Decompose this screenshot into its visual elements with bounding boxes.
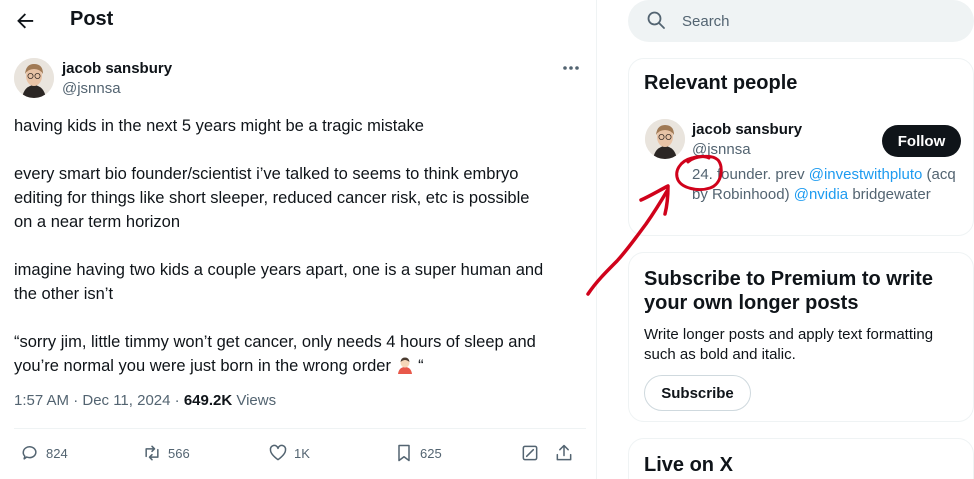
author-name[interactable]: jacob sansbury	[62, 60, 172, 77]
share-button[interactable]	[554, 440, 574, 466]
bio-link-nvidia[interactable]: @nvidia	[794, 186, 848, 203]
person-name[interactable]: jacob sansbury	[692, 121, 802, 138]
bookmark-icon	[398, 444, 410, 462]
views-count: 649.2K	[183, 392, 233, 409]
person-handle[interactable]: @jsnnsa	[692, 141, 751, 158]
subscribe-button[interactable]: Subscribe	[644, 375, 751, 411]
repost-icon	[145, 445, 159, 461]
tweet-text: having kids in the next 5 years might be…	[14, 114, 586, 402]
premium-body: Write longer posts and apply text format…	[644, 326, 934, 363]
tweet-paragraph: having kids in the next 5 years might be…	[14, 117, 424, 135]
repost-button[interactable]: 566	[142, 440, 190, 466]
person-facepalming-emoji-icon	[397, 357, 412, 374]
reply-button[interactable]: 824	[20, 440, 68, 466]
live-on-x-card: Live on X	[628, 438, 974, 479]
bio-text: bridgewater	[848, 186, 931, 203]
back-button[interactable]	[12, 8, 38, 34]
tweet-paragraph: imagine having two kids a couple years a…	[14, 261, 544, 303]
relevant-people-card: Relevant people jacob sansbury @jsnnsa F…	[628, 58, 974, 236]
bio-link-investwithpluto[interactable]: @investwithpluto	[809, 166, 923, 183]
heart-icon	[269, 444, 287, 461]
tweet-paragraph: every smart bio founder/scientist i’ve t…	[14, 165, 530, 231]
person-bio: 24. founder. prev @investwithpluto (acq …	[692, 165, 962, 205]
search-bar[interactable]	[628, 0, 974, 42]
reply-icon	[22, 446, 37, 460]
search-input[interactable]	[682, 10, 952, 32]
relevant-people-title: Relevant people	[644, 72, 798, 94]
premium-card: Subscribe to Premium to write your own l…	[628, 252, 974, 422]
bio-text: 24. founder. prev	[692, 166, 809, 183]
live-title: Live on X	[644, 454, 733, 476]
tweet-closing-quote: “	[418, 357, 424, 375]
tweet-author: jacob sansbury @jsnnsa	[14, 58, 584, 100]
main-column: Post jacob sansbury @jsnnsa having kids …	[0, 0, 597, 479]
search-icon	[647, 11, 665, 29]
more-options-button[interactable]	[560, 58, 582, 78]
divider	[14, 428, 586, 429]
bookmark-button[interactable]: 625	[394, 440, 442, 466]
avatar[interactable]	[645, 119, 685, 159]
page-title: Post	[70, 8, 114, 30]
like-count: 1K	[294, 445, 310, 461]
tweet-actions: 824 566 1K 625	[14, 440, 586, 466]
avatar-image	[14, 58, 54, 98]
tweet-timestamp[interactable]: 1:57 AM · Dec 11, 2024 ·	[14, 392, 184, 409]
views-label: Views	[232, 392, 277, 409]
author-handle[interactable]: @jsnnsa	[62, 80, 121, 97]
grok-icon	[522, 445, 538, 461]
repost-count: 566	[168, 445, 190, 461]
tweet-meta: 1:57 AM · Dec 11, 2024 · 649.2K Views	[14, 392, 276, 409]
like-button[interactable]: 1K	[268, 440, 310, 466]
tweet-paragraph-last: “sorry jim, little timmy won’t get cance…	[14, 330, 586, 378]
reply-count: 824	[46, 445, 68, 461]
grok-button[interactable]	[520, 440, 540, 466]
more-horizontal-icon	[563, 66, 579, 70]
share-icon	[556, 444, 572, 461]
premium-title: Subscribe to Premium to write your own l…	[644, 268, 933, 314]
avatar-image	[645, 119, 685, 159]
bookmark-count: 625	[420, 445, 442, 461]
tweet-paragraph-text: “sorry jim, little timmy won’t get cance…	[14, 333, 536, 375]
follow-button[interactable]: Follow	[882, 125, 961, 157]
avatar[interactable]	[14, 58, 54, 98]
top-bar: Post	[0, 0, 596, 40]
arrow-left-icon	[17, 13, 34, 29]
